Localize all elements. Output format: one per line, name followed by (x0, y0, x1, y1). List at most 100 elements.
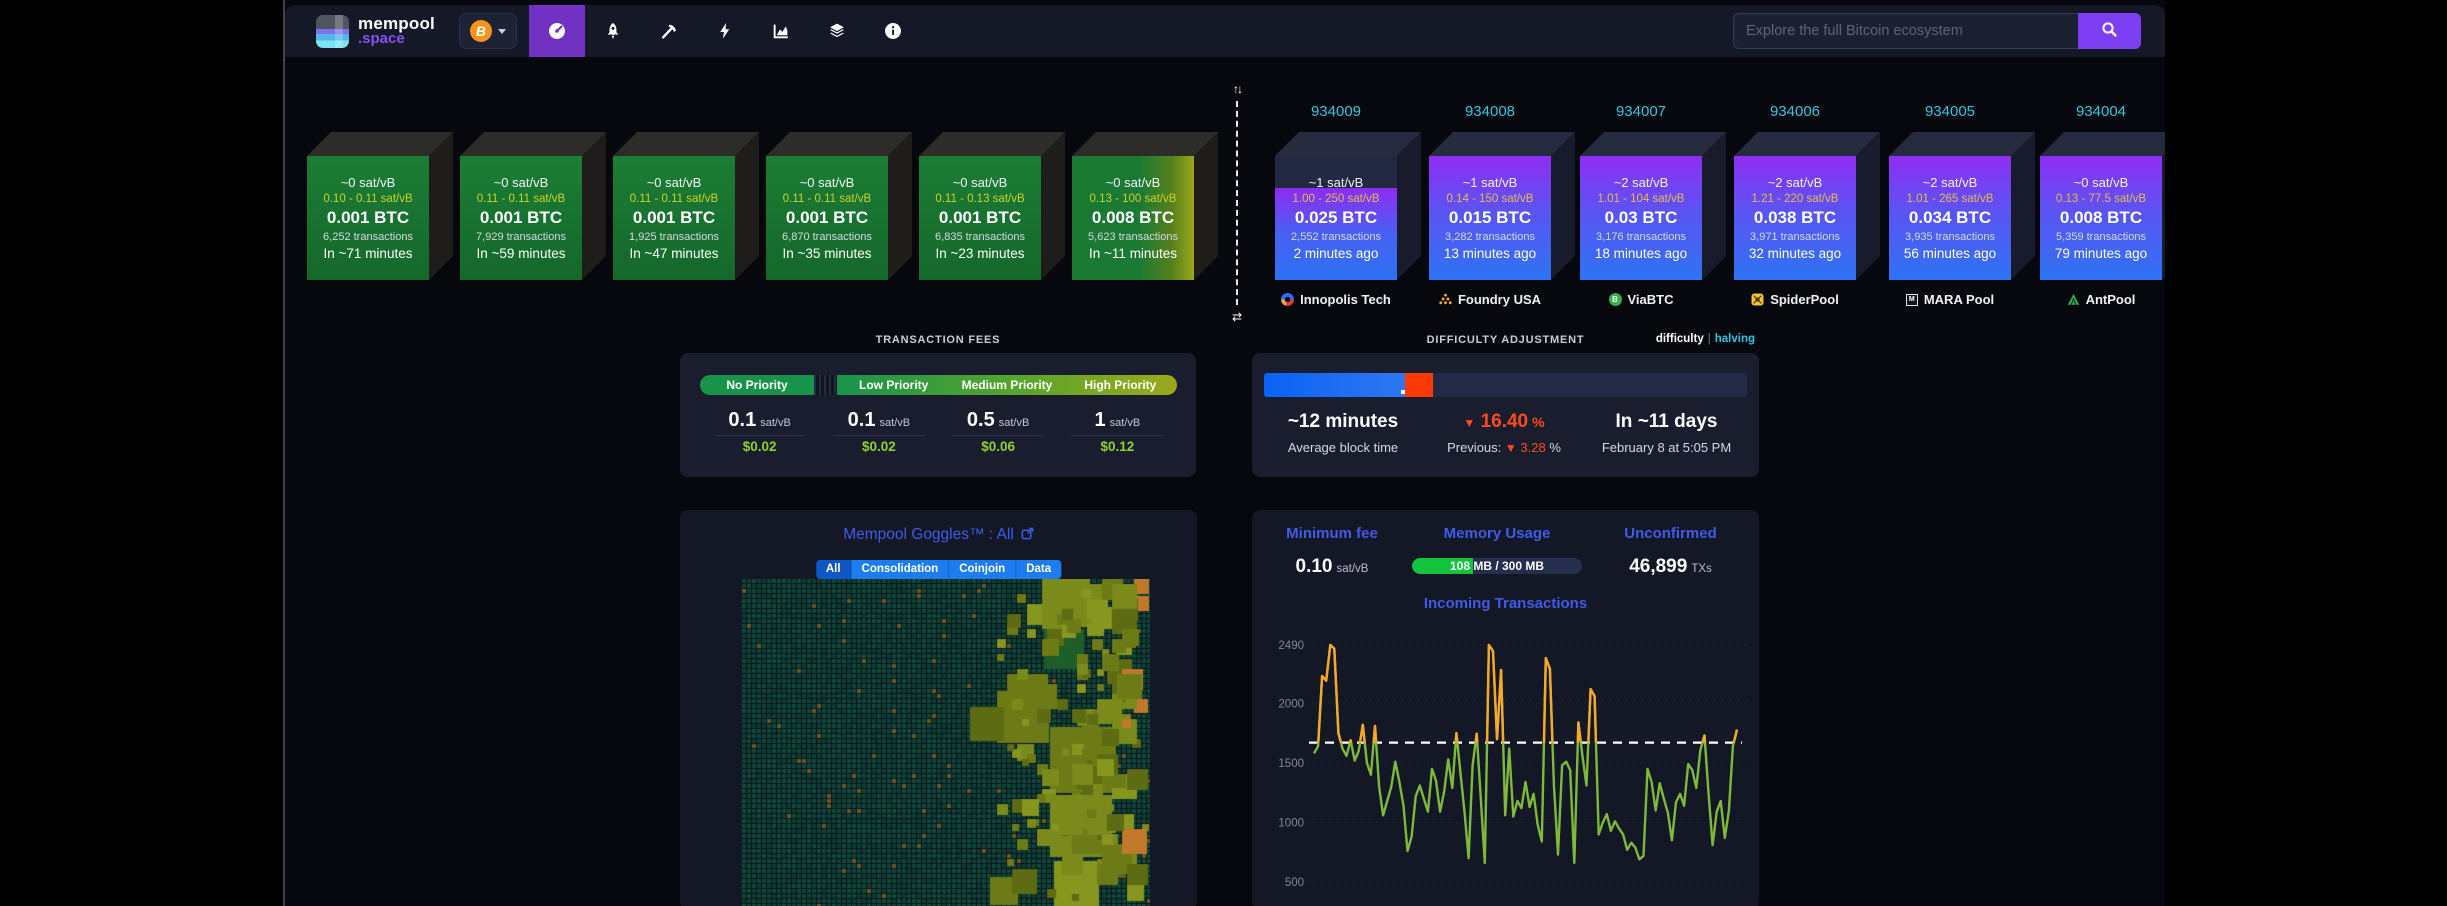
minimum-fee-heading: Minimum fee (1252, 525, 1412, 542)
search-input[interactable] (1733, 13, 2078, 49)
mining-pool-name: ViaBTC (1628, 292, 1674, 307)
mempool-block-cube[interactable]: ~0 sat/vB0.11 - 0.11 sat/vB0.001 BTC7,92… (460, 156, 582, 280)
difficulty-change-number: 16.40 (1481, 411, 1529, 432)
block-median-fee: ~1 sat/vB (1463, 175, 1518, 190)
nav-tab-blocks[interactable] (809, 5, 865, 57)
search-button[interactable] (2078, 13, 2141, 49)
difficulty-previous: Previous: ▼ 3.28 % (1434, 440, 1574, 455)
block-median-fee: ~1 sat/vB (1309, 175, 1364, 190)
mempool-block[interactable]: ~0 sat/vB0.11 - 0.11 sat/vB0.001 BTC6,87… (766, 156, 888, 280)
goggles-tab-coinjoin[interactable]: Coinjoin (949, 560, 1016, 579)
block-eta: In ~35 minutes (783, 246, 872, 261)
nav-tab-about[interactable] (865, 5, 921, 57)
mining-pool-link[interactable]: AntPool (2040, 292, 2162, 307)
svg-text:1500: 1500 (1278, 758, 1304, 770)
unconfirmed-unit: TXs (1691, 563, 1711, 575)
block-mined-time: 2 minutes ago (1294, 246, 1379, 261)
mempool-block[interactable]: ~0 sat/vB0.11 - 0.11 sat/vB0.001 BTC7,92… (460, 156, 582, 280)
layers-icon (828, 22, 846, 40)
difficulty-link[interactable]: difficulty (1656, 333, 1704, 345)
halving-link[interactable]: halving (1715, 333, 1755, 345)
search-icon (2101, 21, 2118, 41)
mining-pool-link[interactable]: SpiderPool (1734, 292, 1856, 307)
mined-block[interactable]: 934006 ~2 sat/vB1.21 - 220 sat/vB0.038 BT… (1734, 103, 1856, 307)
mempool-block-cube[interactable]: ~0 sat/vB0.10 - 0.11 sat/vB0.001 BTC6,25… (307, 156, 429, 280)
mined-block[interactable]: 934007 ~2 sat/vB1.01 - 104 sat/vB0.03 BTC… (1580, 103, 1702, 307)
mempool-block[interactable]: ~0 sat/vB0.10 - 0.11 sat/vB0.001 BTC6,25… (307, 156, 429, 280)
nav-tab-acceleration[interactable] (585, 5, 641, 57)
nav-tab-lightning[interactable] (697, 5, 753, 57)
fee-bar-no-priority: No Priority (700, 375, 814, 395)
minimum-fee-value: 0.10sat/vB (1252, 556, 1412, 578)
block-total-fees: 0.001 BTC (939, 208, 1021, 228)
nav-tab-dashboard[interactable] (529, 5, 585, 57)
main-nav (529, 5, 921, 57)
previous-change: ▼ 3.28 (1505, 440, 1546, 455)
mining-pool-link[interactable]: B ViaBTC (1580, 292, 1702, 307)
mempool-block[interactable]: ~0 sat/vB0.11 - 0.13 sat/vB0.001 BTC6,83… (919, 156, 1041, 280)
mining-pool-link[interactable]: Innopolis Tech (1275, 292, 1397, 307)
block-face: ~2 sat/vB1.21 - 220 sat/vB0.038 BTC3,971… (1734, 156, 1856, 280)
mining-pool-link[interactable]: M MARA Pool (1889, 292, 2011, 307)
block-height-link[interactable]: 934004 (2040, 103, 2162, 119)
mempool-block-cube[interactable]: ~0 sat/vB0.13 - 100 sat/vB0.008 BTC5,623… (1072, 156, 1194, 280)
mined-block[interactable]: 934004 ~0 sat/vB0.13 - 77.5 sat/vB0.008 B… (2040, 103, 2162, 307)
block-median-fee: ~0 sat/vB (800, 175, 855, 190)
goggles-title: Mempool Goggles™ : All (843, 526, 1014, 543)
mining-pool-link[interactable]: Foundry USA (1429, 292, 1551, 307)
block-tx-count: 3,971 transactions (1750, 231, 1840, 243)
unconfirmed-value: 46,899TXs (1582, 556, 1759, 578)
fee-tier: 0.1sat/vB$0.02 (819, 409, 938, 454)
block-total-fees: 0.034 BTC (1909, 208, 1991, 228)
pool-icon-mara: M (1906, 294, 1918, 306)
block-median-fee: ~0 sat/vB (2074, 175, 2129, 190)
fee-tier-values: 0.1sat/vB$0.020.1sat/vB$0.020.5sat/vB$0.… (700, 409, 1177, 454)
mining-pool-name: MARA Pool (1924, 292, 1994, 307)
block-eta: In ~11 minutes (1089, 246, 1177, 261)
incoming-transactions-chart: 2490200015001000500 (1252, 620, 1759, 906)
mined-block-cube[interactable]: ~1 sat/vB0.14 - 150 sat/vB0.015 BTC3,282… (1429, 156, 1551, 280)
mined-block[interactable]: 934005 ~2 sat/vB1.01 - 265 sat/vB0.034 BT… (1889, 103, 2011, 307)
block-fee-range: 0.10 - 0.11 sat/vB (323, 193, 412, 205)
nav-tab-graphs[interactable] (753, 5, 809, 57)
stats-values: 0.10sat/vB 108 MB / 300 MB 46,899TXs (1252, 556, 1759, 578)
block-fee-range: 0.11 - 0.11 sat/vB (630, 193, 718, 205)
fee-rate-unit: sat/vB (760, 417, 791, 429)
mined-block[interactable]: 934008 ~1 sat/vB0.14 - 150 sat/vB0.015 BT… (1429, 103, 1551, 307)
memory-bar-text: 108 MB / 300 MB (1412, 558, 1582, 574)
brand-logo[interactable]: mempool .space (316, 15, 435, 48)
fee-tier-divider (714, 435, 806, 436)
mempool-block-cube[interactable]: ~0 sat/vB0.11 - 0.11 sat/vB0.001 BTC6,87… (766, 156, 888, 280)
mined-block-cube[interactable]: ~1 sat/vB1.00 - 250 sat/vB0.025 BTC2,552… (1275, 156, 1397, 280)
block-height-link[interactable]: 934007 (1580, 103, 1702, 119)
network-selector[interactable]: B (459, 13, 517, 49)
retarget-eta-value: In ~11 days (1574, 411, 1759, 433)
block-tx-count: 7,929 transactions (476, 231, 566, 243)
mempool-block[interactable]: ~0 sat/vB0.13 - 100 sat/vB0.008 BTC5,623… (1072, 156, 1194, 280)
block-height-link[interactable]: 934008 (1429, 103, 1551, 119)
mempool-block-cube[interactable]: ~0 sat/vB0.11 - 0.13 sat/vB0.001 BTC6,83… (919, 156, 1041, 280)
mined-block[interactable]: 934009 ~1 sat/vB1.00 - 250 sat/vB0.025 BT… (1275, 103, 1397, 307)
mempool-block[interactable]: ~0 sat/vB0.11 - 0.11 sat/vB0.001 BTC1,92… (613, 156, 735, 280)
block-height-link[interactable]: 934005 (1889, 103, 2011, 119)
block-height-link[interactable]: 934009 (1275, 103, 1397, 119)
block-median-fee: ~0 sat/vB (1106, 175, 1161, 190)
mempool-block-cube[interactable]: ~0 sat/vB0.11 - 0.11 sat/vB0.001 BTC1,92… (613, 156, 735, 280)
pool-icon-antpool (2067, 293, 2080, 306)
block-face: ~2 sat/vB1.01 - 265 sat/vB0.034 BTC3,935… (1889, 156, 2011, 280)
blockchain-strip: ~0 sat/vB0.10 - 0.11 sat/vB0.001 BTC6,25… (285, 57, 2165, 332)
pool-icon-viabtc: B (1609, 293, 1622, 306)
mined-block-cube[interactable]: ~2 sat/vB1.21 - 220 sat/vB0.038 BTC3,971… (1734, 156, 1856, 280)
mined-block-cube[interactable]: ~0 sat/vB0.13 - 77.5 sat/vB0.008 BTC5,35… (2040, 156, 2162, 280)
nav-tab-mining[interactable] (641, 5, 697, 57)
goggles-tab-consolidation[interactable]: Consolidation (852, 560, 950, 579)
retarget-eta-stat: In ~11 days February 8 at 5:05 PM (1574, 411, 1759, 455)
block-fee-range: 0.11 - 0.13 sat/vB (935, 193, 1024, 205)
goggles-tab-data[interactable]: Data (1016, 560, 1061, 579)
goggles-tab-all[interactable]: All (816, 560, 852, 579)
block-height-link[interactable]: 934006 (1734, 103, 1856, 119)
mined-block-cube[interactable]: ~2 sat/vB1.01 - 265 sat/vB0.034 BTC3,935… (1889, 156, 2011, 280)
goggles-title-link[interactable]: Mempool Goggles™ : All (680, 526, 1197, 544)
goggles-treemap[interactable] (742, 579, 1150, 906)
mined-block-cube[interactable]: ~2 sat/vB1.01 - 104 sat/vB0.03 BTC3,176 … (1580, 156, 1702, 280)
